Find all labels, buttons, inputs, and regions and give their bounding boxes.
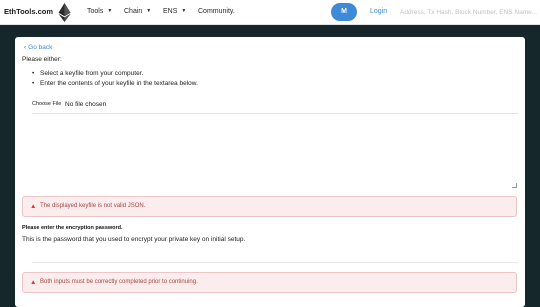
caret-down-icon: ▼ xyxy=(146,8,152,14)
nav-tools[interactable]: Tools ▼ xyxy=(87,8,112,15)
brand-name[interactable]: EthTools.com xyxy=(4,7,53,16)
password-input[interactable] xyxy=(32,246,518,263)
account-button[interactable]: M xyxy=(331,3,357,21)
submit-error-alert: ▲ Both inputs must be correctly complete… xyxy=(22,272,517,293)
top-navbar: EthTools.com Tools ▼ Chain ▼ ENS ▼ Communit… xyxy=(0,0,540,25)
nav-ens-label: ENS xyxy=(163,8,178,15)
choose-file-button[interactable]: Choose File xyxy=(32,101,61,107)
password-label: Please enter the encryption password. xyxy=(22,225,123,231)
keyfile-error-text: The displayed keyfile is not valid JSON. xyxy=(40,203,146,209)
caret-down-icon: ▼ xyxy=(181,8,187,14)
warning-icon: ▲ xyxy=(30,279,37,286)
nav-tools-label: Tools xyxy=(87,8,104,15)
keyfile-card: ‹Go back Please either: Select a keyfile… xyxy=(15,37,525,307)
nav-chain-label: Chain xyxy=(124,8,143,15)
options-list: Select a keyfile from your computer. Ent… xyxy=(31,70,198,90)
back-link-label: Go back xyxy=(28,44,53,51)
file-status: No file chosen xyxy=(65,101,107,108)
nav-community[interactable]: Community. xyxy=(198,8,235,15)
intro-text: Please either: xyxy=(22,56,62,63)
warning-icon: ▲ xyxy=(30,203,37,210)
nav-chain[interactable]: Chain ▼ xyxy=(124,8,151,15)
back-link[interactable]: ‹ Go back xyxy=(24,44,52,51)
password-description: This is the password that you used to en… xyxy=(22,236,246,243)
login-link[interactable]: Login xyxy=(370,8,387,15)
caret-down-icon: ▼ xyxy=(107,8,113,14)
list-item: Select a keyfile from your computer. xyxy=(31,70,198,80)
keyfile-textarea[interactable] xyxy=(32,113,518,190)
list-item: Enter the contents of your keyfile in th… xyxy=(31,80,198,90)
chevron-left-icon: ‹ xyxy=(24,44,27,51)
submit-error-text: Both inputs must be correctly completed … xyxy=(40,279,198,285)
search-input[interactable] xyxy=(396,4,540,21)
resize-handle-icon[interactable] xyxy=(512,183,517,188)
ethereum-logo-icon[interactable] xyxy=(58,3,71,22)
keyfile-error-alert: ▲ The displayed keyfile is not valid JSO… xyxy=(22,196,517,217)
nav-ens[interactable]: ENS ▼ xyxy=(163,8,186,15)
